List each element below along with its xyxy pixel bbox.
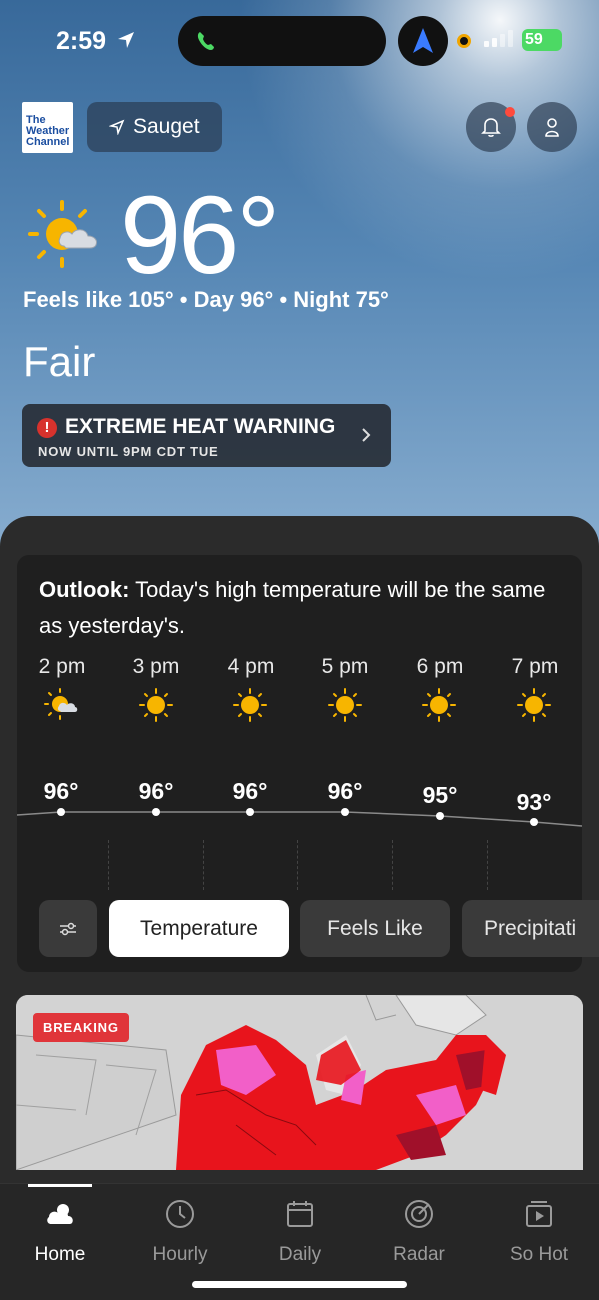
- divider: [487, 840, 488, 890]
- current-temperature: 96°: [120, 174, 280, 297]
- calendar-icon: [287, 1201, 313, 1227]
- trend-point: [152, 808, 160, 816]
- trend-point: [246, 808, 254, 816]
- divider: [297, 840, 298, 890]
- tab-radar[interactable]: Radar: [359, 1184, 479, 1284]
- bell-icon: [481, 118, 501, 137]
- tab-label: So Hot: [509, 1244, 569, 1265]
- tab-label: Home: [34, 1244, 86, 1265]
- battery-indicator: 59: [522, 29, 562, 51]
- alert-icon: !: [37, 418, 57, 438]
- trend-point: [341, 808, 349, 816]
- partly-sunny-icon: [44, 688, 78, 720]
- notification-badge: [505, 107, 515, 117]
- location-arrow-icon: [118, 32, 134, 48]
- navigation-arrow-icon: [413, 28, 433, 53]
- chevron-right-icon: [362, 428, 371, 442]
- location-name: Sauget: [133, 115, 200, 138]
- video-icon: [526, 1201, 552, 1227]
- outlook-label: Outlook:: [39, 577, 130, 602]
- outlook-text: Outlook: Today's high temperature will b…: [39, 572, 569, 644]
- home-indicator: [192, 1281, 407, 1288]
- tab-label: Hourly: [152, 1244, 208, 1265]
- feels-like-summary: Feels like 105° • Day 96° • Night 75°: [23, 287, 389, 312]
- chart-settings-button[interactable]: [39, 900, 97, 957]
- hour-time: 5 pm: [321, 655, 369, 678]
- trend-point: [57, 808, 65, 816]
- hour-time: 3 pm: [132, 655, 180, 678]
- divider: [203, 840, 204, 890]
- tab-so-hot[interactable]: So Hot: [479, 1184, 599, 1284]
- divider: [392, 840, 393, 890]
- tab-daily[interactable]: Daily: [240, 1184, 360, 1284]
- trend-point: [530, 818, 538, 826]
- alert-title: EXTREME HEAT WARNING: [65, 415, 336, 438]
- logo-text: Channel: [26, 136, 70, 148]
- sun-icon: [139, 688, 173, 722]
- condition-text: Fair: [23, 338, 96, 385]
- status-time: 2:59: [56, 27, 107, 55]
- location-arrow-icon: [109, 119, 125, 135]
- feels-like-chip[interactable]: Feels Like: [300, 900, 450, 957]
- sun-icon: [328, 688, 362, 722]
- trend-point: [436, 812, 444, 820]
- heat-warning-alert[interactable]: ! EXTREME HEAT WARNING NOW UNTIL 9PM CDT…: [22, 404, 391, 467]
- divider: [108, 840, 109, 890]
- active-tab-indicator: [28, 1184, 92, 1187]
- sliders-icon: [60, 922, 76, 935]
- phone-icon[interactable]: [196, 30, 216, 52]
- tab-label: Daily: [278, 1244, 322, 1265]
- alert-subtitle: NOW UNTIL 9PM CDT TUE: [38, 444, 219, 459]
- temperature-chip[interactable]: Temperature: [109, 900, 289, 957]
- tab-label: Radar: [393, 1244, 445, 1265]
- breaking-news-map[interactable]: BREAKING: [16, 995, 583, 1170]
- hour-time: 7 pm: [511, 655, 559, 678]
- hour-time: 6 pm: [416, 655, 464, 678]
- location-button[interactable]: Sauget: [87, 102, 222, 152]
- radar-icon: [405, 1200, 433, 1228]
- user-icon: [545, 118, 559, 137]
- hour-time: 2 pm: [38, 655, 86, 678]
- clock-icon: [166, 1200, 194, 1228]
- signal-icon: [484, 30, 513, 47]
- precipitation-chip[interactable]: Precipitati: [462, 900, 599, 957]
- hour-time: 4 pm: [227, 655, 275, 678]
- temperature-trend-line: [17, 808, 582, 827]
- weather-channel-logo[interactable]: The Weather Channel: [22, 102, 73, 153]
- sun-icon: [233, 688, 267, 722]
- privacy-indicator-icon: [457, 34, 471, 48]
- sun-icon: [422, 688, 456, 722]
- profile-button[interactable]: [527, 102, 577, 152]
- sky-background: [0, 0, 599, 560]
- cloud-icon: [47, 1204, 73, 1224]
- navigation-indicator[interactable]: [398, 16, 448, 66]
- breaking-badge: BREAKING: [33, 1013, 129, 1042]
- sun-icon: [517, 688, 551, 722]
- tab-hourly[interactable]: Hourly: [120, 1184, 240, 1284]
- tab-home[interactable]: Home: [0, 1184, 120, 1284]
- status-bar: 2:59 59: [0, 0, 599, 80]
- partly-sunny-icon: [28, 200, 97, 268]
